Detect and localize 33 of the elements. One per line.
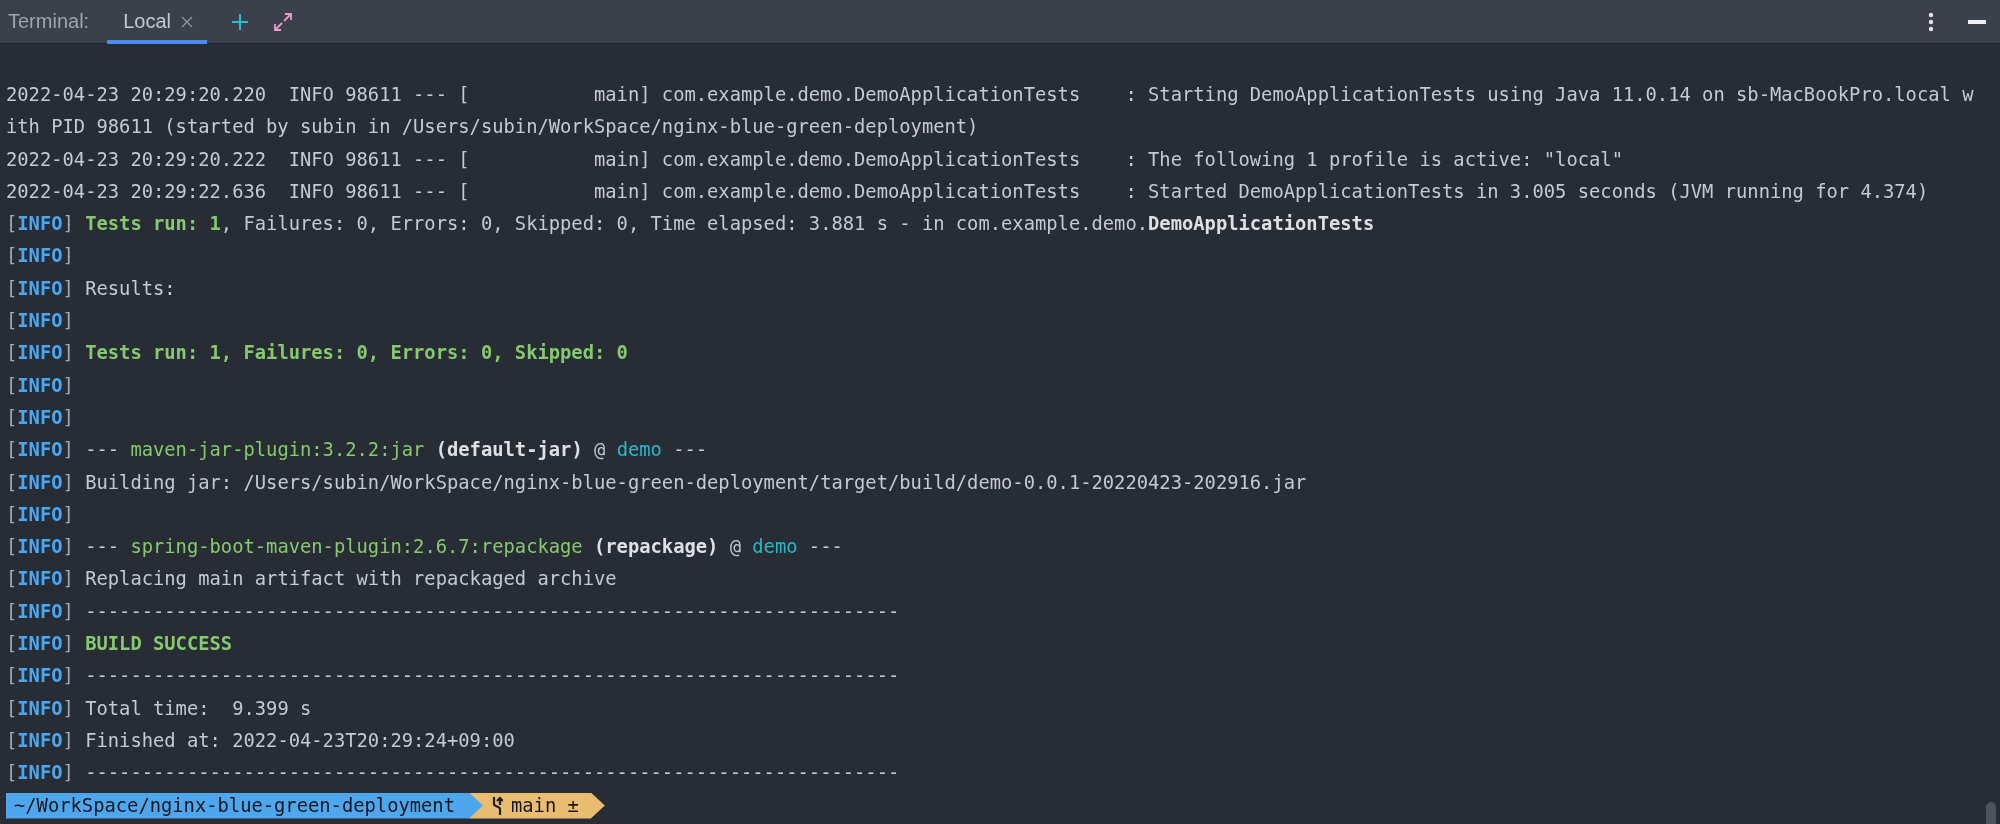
log-line: [INFO] [6, 244, 75, 269]
log-line: [INFO] Results: [6, 276, 177, 301]
expand-arrows-icon[interactable] [272, 11, 293, 32]
log-line: [INFO] [6, 405, 75, 430]
branch-name: main ± [511, 793, 579, 818]
log-line: 2022-04-23 20:29:22.636 INFO 98611 --- [ main] com.example.demo.DemoApplicationTests : Started DemoApplicationTests in 3.005 seconds (JVM running for 4.374) [6, 179, 1930, 204]
minimize-icon[interactable] [1968, 19, 1986, 24]
log-line: ith PID 98611 (started by subin in /Users/subin/WorkSpace/nginx-blue-green-deployment) [6, 115, 980, 140]
log-line: [INFO] Replacing main artifact with repackaged archive [6, 567, 618, 592]
log-line: [INFO] ------------------------------------------------------------------------ [6, 599, 901, 624]
close-icon[interactable] [180, 15, 193, 28]
log-line: [INFO] [6, 373, 75, 398]
log-line: [INFO] ------------------------------------------------------------------------ [6, 761, 901, 786]
log-line: [INFO] Tests run: 1, Failures: 0, Errors: 0, Skipped: 0, Time elapsed: 3.881 s - in com.example.demo.DemoApplicationTests [6, 212, 1376, 237]
more-options-icon[interactable] [1928, 11, 1934, 32]
log-line: [INFO] Tests run: 1, Failures: 0, Errors: 0, Skipped: 0 [6, 341, 629, 366]
log-line: [INFO] Building jar: /Users/subin/WorkSpace/nginx-blue-green-deployment/target/build/demo-0.0.1-20220423-202916.jar [6, 470, 1308, 495]
log-line: [INFO] [6, 309, 75, 334]
log-line: 2022-04-23 20:29:20.222 INFO 98611 --- [ main] com.example.demo.DemoApplicationTests : The following 1 profile is active: "local" [6, 147, 1624, 172]
toolbar-title: Terminal: [8, 10, 90, 33]
log-line: [INFO] Total time: 9.399 s [6, 696, 313, 721]
log-line: [INFO] ------------------------------------------------------------------------ [6, 664, 901, 689]
prompt-path: ~/WorkSpace/nginx-blue-green-deployment [6, 792, 483, 819]
log-line: [INFO] [6, 502, 75, 527]
log-line: [INFO] Finished at: 2022-04-23T20:29:24+09:00 [6, 728, 516, 753]
terminal-tab[interactable]: Local [107, 0, 207, 44]
git-branch-icon [491, 795, 503, 816]
log-line: [INFO] --- spring-boot-maven-plugin:2.6.7:repackage (repackage) @ demo --- [6, 535, 844, 560]
log-line: [INFO] BUILD SUCCESS [6, 632, 234, 657]
log-line: [INFO] --- maven-jar-plugin:3.2.2:jar (default-jar) @ demo --- [6, 438, 709, 463]
scrollbar-thumb[interactable] [1986, 802, 1996, 824]
log-line: 2022-04-23 20:29:20.220 INFO 98611 --- [ main] com.example.demo.DemoApplicationTests : Starting DemoApplicationTests using Java 11.0.14 on sb-MacBookPro.local w [6, 83, 1975, 107]
plus-icon[interactable] [230, 12, 249, 31]
